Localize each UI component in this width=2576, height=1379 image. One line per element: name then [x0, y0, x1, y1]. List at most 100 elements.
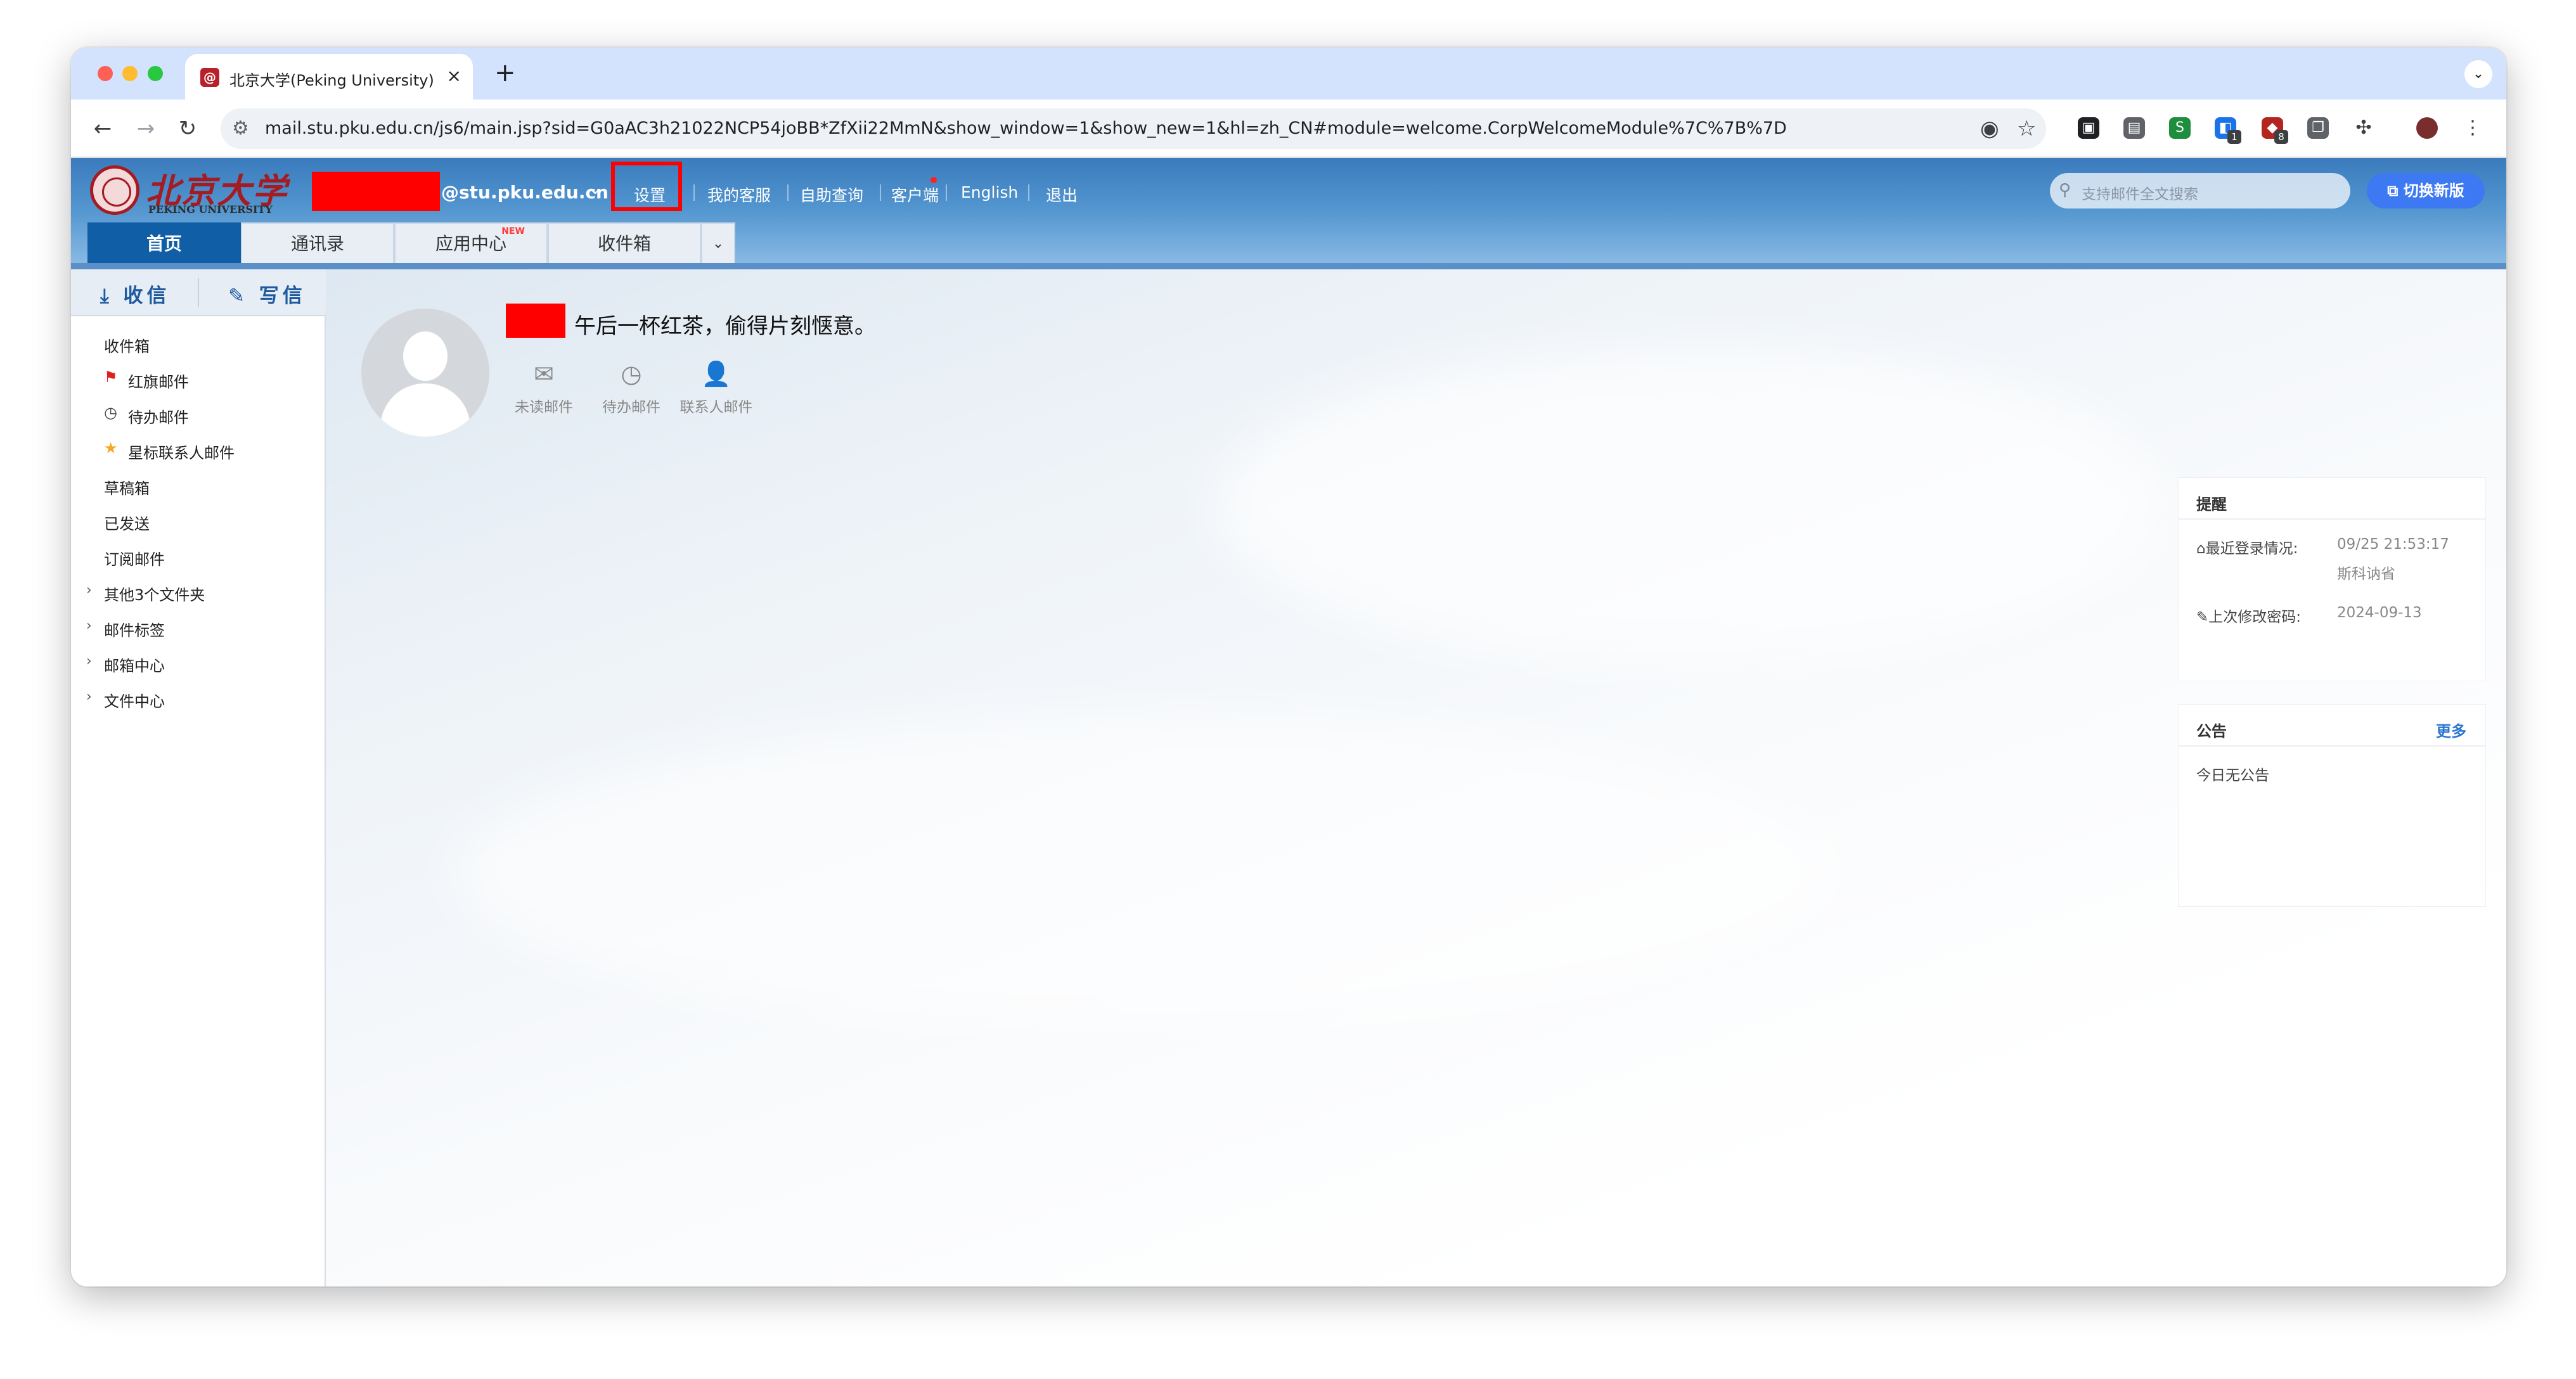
expand-chevron-icon[interactable]: ›: [86, 689, 92, 705]
tab-apps[interactable]: 应用中心 NEW: [394, 222, 548, 264]
unread-mail-shortcut[interactable]: ✉ 未读邮件: [506, 358, 582, 416]
pku-emblem-icon: [90, 165, 139, 215]
mail-header: 北京大学 PEKING UNIVERSITY @stu.pku.edu.cn ⌄…: [71, 158, 2506, 269]
browser-toolbar: ← → ↻ ⚙ mail.stu.pku.edu.cn/js6/main.jsp…: [71, 99, 2506, 158]
contact-mail-shortcut[interactable]: 👤 联系人邮件: [678, 358, 754, 416]
todo-label: 待办邮件: [602, 399, 660, 416]
compose-label: 写信: [259, 285, 306, 307]
folder-filecenter[interactable]: 文件中心: [104, 689, 165, 711]
divider: [1028, 184, 1029, 201]
folder-starred[interactable]: 星标联系人邮件: [128, 440, 235, 463]
bookmark-star-icon[interactable]: ☆: [2017, 116, 2036, 141]
main-content: ⤓ 收信 ✎ 写信 收件箱 ⚑ 红旗邮件 ◷ 待办邮件 ★ 星标联系人邮件 草稿…: [71, 269, 2506, 1286]
service-link[interactable]: 我的客服: [707, 183, 771, 206]
divider: [787, 184, 789, 201]
background-cloud: [451, 713, 1846, 1030]
new-badge: NEW: [501, 226, 525, 236]
extension-5-icon[interactable]: ◆ 8: [2262, 117, 2288, 144]
client-link[interactable]: 客户端: [891, 183, 939, 206]
red-flag-icon: ⚑: [104, 368, 118, 386]
english-link[interactable]: English: [961, 183, 1018, 202]
last-password-text: 上次修改密码:: [2208, 609, 2302, 625]
url-text: mail.stu.pku.edu.cn/js6/main.jsp?sid=G0a…: [265, 119, 1787, 138]
clock-icon: ◷: [621, 360, 642, 388]
switch-label: 切换新版: [2403, 182, 2464, 200]
home-icon: ⌂: [2196, 541, 2206, 557]
notice-card: 公告 更多 今日无公告: [2178, 704, 2486, 907]
extension-3-icon[interactable]: S: [2169, 117, 2191, 139]
tab-strip: @ 北京大学(Peking University) × + ⌄: [71, 48, 2506, 99]
compose-button[interactable]: ✎ 写信: [228, 279, 306, 308]
folder-inbox[interactable]: 收件箱: [104, 334, 150, 356]
extension-4-icon[interactable]: ◧ 1: [2215, 117, 2241, 144]
notice-more-link[interactable]: 更多: [2436, 719, 2466, 741]
contact-label: 联系人邮件: [679, 399, 753, 416]
extension-1-icon[interactable]: ▣: [2078, 117, 2099, 139]
last-password-label: ✎上次修改密码:: [2196, 605, 2301, 626]
tab-apps-label: 应用中心: [435, 233, 506, 254]
folder-subscribed[interactable]: 订阅邮件: [104, 547, 165, 569]
edit-icon: ✎: [2196, 609, 2209, 625]
minimize-window-button[interactable]: [122, 66, 138, 81]
expand-chevron-icon[interactable]: ›: [86, 582, 92, 598]
address-bar[interactable]: ⚙ mail.stu.pku.edu.cn/js6/main.jsp?sid=G…: [221, 108, 2046, 149]
folder-mailcenter[interactable]: 邮箱中心: [104, 653, 165, 676]
contact-star-icon: 👤: [701, 360, 731, 388]
background-cloud: [1212, 345, 2163, 662]
switch-new-version-button[interactable]: ⧉ 切换新版: [2367, 173, 2485, 208]
tab-more-chevron-icon[interactable]: ⌄: [701, 222, 735, 264]
receive-button[interactable]: ⤓ 收信: [100, 279, 171, 308]
clock-icon: ◷: [104, 404, 117, 421]
last-login-label: ⌂最近登录情况:: [2196, 536, 2298, 558]
tab-search-chevron-icon[interactable]: ⌄: [2464, 60, 2492, 88]
welcome-greeting: 午后一杯红茶，偷得片刻惬意。: [574, 314, 876, 339]
last-password-date: 2024-09-13: [2337, 605, 2422, 621]
last-login-text: 最近登录情况:: [2205, 541, 2298, 557]
divider: [946, 184, 947, 201]
reload-icon[interactable]: ↻: [172, 113, 203, 144]
folder-drafts[interactable]: 草稿箱: [104, 476, 150, 498]
folder-flagged[interactable]: 红旗邮件: [128, 369, 189, 392]
tab-contacts[interactable]: 通讯录: [241, 222, 394, 264]
browser-tab[interactable]: @ 北京大学(Peking University) ×: [185, 54, 473, 99]
folder-other[interactable]: 其他3个文件夹: [104, 582, 205, 605]
site-settings-icon[interactable]: ⚙: [232, 117, 249, 139]
folder-labels[interactable]: 邮件标签: [104, 618, 165, 640]
star-icon: ★: [104, 439, 118, 457]
divider: [880, 184, 881, 201]
folder-todo[interactable]: 待办邮件: [128, 405, 189, 427]
unread-label: 未读邮件: [515, 399, 573, 416]
divider: [2179, 745, 2485, 747]
notification-dot: [931, 177, 937, 183]
expand-chevron-icon[interactable]: ›: [86, 653, 92, 669]
tab-home[interactable]: 首页: [87, 222, 241, 264]
nav-underline: [71, 263, 2506, 269]
forward-arrow-icon[interactable]: →: [131, 113, 161, 144]
todo-mail-shortcut[interactable]: ◷ 待办邮件: [593, 358, 669, 416]
profile-avatar[interactable]: [2416, 117, 2438, 139]
new-tab-button[interactable]: +: [494, 58, 516, 88]
extension-6-icon[interactable]: ❐: [2307, 117, 2329, 139]
tab-close-icon[interactable]: ×: [447, 65, 461, 86]
back-arrow-icon[interactable]: ←: [87, 113, 118, 144]
user-avatar[interactable]: [361, 309, 489, 437]
logout-link[interactable]: 退出: [1046, 183, 1078, 206]
extension-badge: 1: [2227, 130, 2241, 144]
notice-title: 公告: [2196, 722, 2227, 740]
selfquery-link[interactable]: 自助查询: [800, 183, 863, 206]
expand-chevron-icon[interactable]: ›: [86, 618, 92, 634]
close-window-button[interactable]: [98, 66, 113, 81]
last-login-place: 斯科讷省: [2337, 566, 2395, 582]
extension-2-icon[interactable]: ▤: [2123, 117, 2145, 139]
mail-search-input[interactable]: ⚲ 支持邮件全文搜索: [2050, 173, 2350, 208]
extensions-puzzle-icon[interactable]: ✣: [2353, 117, 2374, 139]
settings-link[interactable]: 设置: [634, 183, 666, 206]
tab-inbox[interactable]: 收件箱: [548, 222, 701, 264]
user-domain[interactable]: @stu.pku.edu.cn: [441, 182, 609, 203]
search-icon: ⚲: [2059, 181, 2071, 200]
folder-sent[interactable]: 已发送: [104, 511, 150, 534]
eye-off-icon[interactable]: ◉: [1980, 116, 1999, 141]
maximize-window-button[interactable]: [148, 66, 163, 81]
browser-menu-icon[interactable]: ⋮: [2462, 117, 2483, 139]
user-dropdown-icon[interactable]: ⌄: [588, 179, 602, 198]
